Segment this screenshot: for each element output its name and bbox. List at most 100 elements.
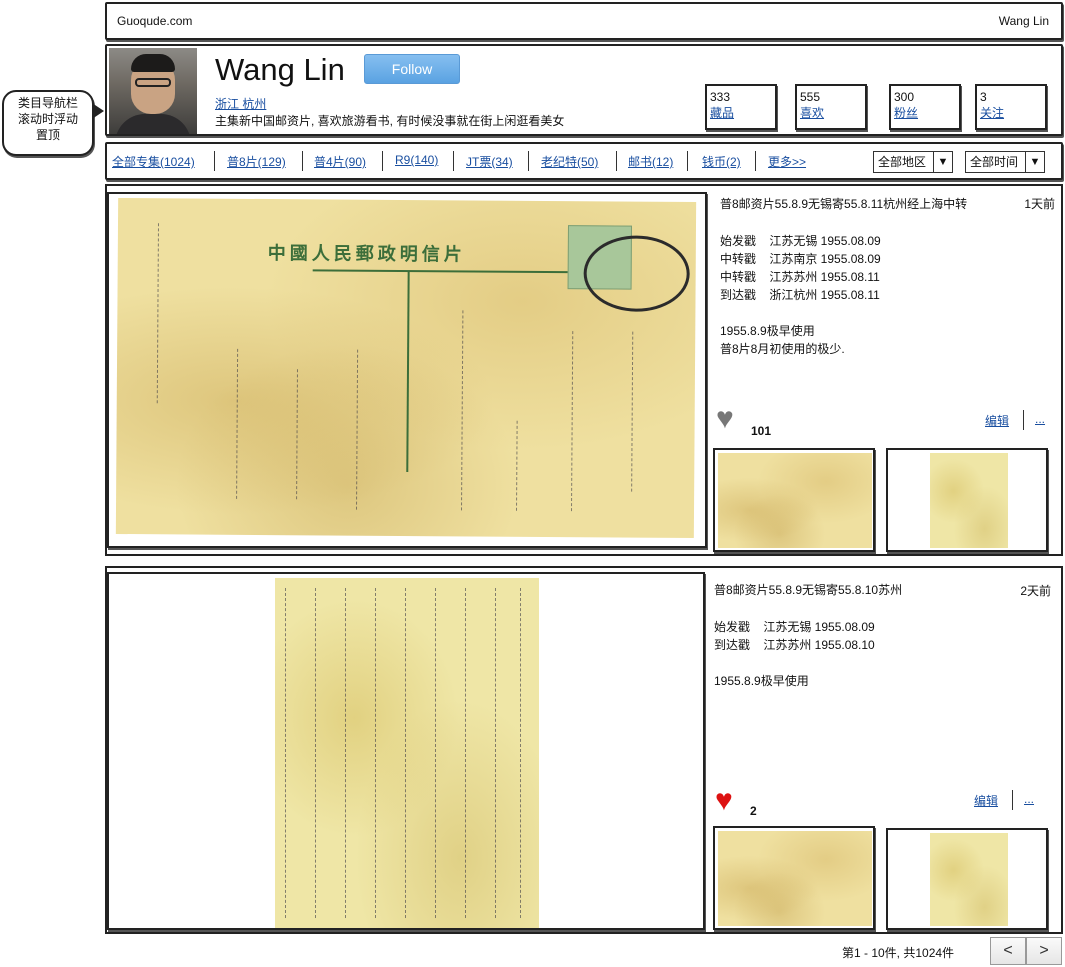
postcard-heading: 中國人民郵政明信片 [267, 243, 466, 266]
action-separator [1012, 790, 1013, 810]
handwriting-image [315, 588, 336, 918]
chevron-left-icon[interactable]: < [990, 937, 1026, 965]
nav-separator [214, 151, 215, 171]
stat-link-followers[interactable]: 粉丝 [894, 106, 918, 120]
chevron-down-icon: ▼ [933, 152, 952, 172]
postmark-detail: 到达戳 江苏苏州 1955.08.10 [714, 638, 875, 652]
category-nav: 全部专集(1024) 普8片(129) 普4片(90) R9(140) JT票(… [105, 142, 1063, 180]
post-card: 中國人民郵政明信片 普8邮资片55.8.9无锡寄55.8.11杭州经上海中转 1… [105, 184, 1063, 556]
postcard-back-image [275, 578, 539, 928]
more-link[interactable]: ... [1024, 792, 1034, 806]
heart-icon[interactable]: ♥ [715, 786, 733, 816]
handwriting-image [465, 588, 486, 918]
profile-header: Wang Lin Follow 浙江 杭州 主集新中国邮资片, 喜欢旅游看书, … [105, 44, 1063, 136]
nav-item-pu8[interactable]: 普8片(129) [227, 153, 286, 170]
handwriting-image [495, 588, 516, 918]
nav-separator [302, 151, 303, 171]
time-select-value: 全部时间 [970, 155, 1019, 169]
chevron-right-icon[interactable]: > [1026, 937, 1062, 965]
stat-value: 300 [894, 90, 915, 104]
callout-line: 置顶 [35, 128, 60, 142]
nav-separator [687, 151, 688, 171]
time-select[interactable]: 全部时间 ▼ [965, 151, 1045, 173]
handwriting-image [461, 310, 484, 511]
edit-link[interactable]: 编辑 [974, 792, 998, 809]
thumbnail-front[interactable] [713, 826, 875, 930]
nav-item-youshu[interactable]: 邮书(12) [628, 153, 673, 170]
handwriting-image [375, 588, 396, 918]
post-note: 1955.8.9极早使用 [714, 674, 809, 688]
pagination-summary: 第1 - 10件, 共1024件 [842, 946, 955, 960]
nav-item-coins[interactable]: 钱币(2) [702, 153, 741, 170]
thumbnail-back[interactable] [886, 828, 1048, 930]
site-name[interactable]: Guoqude.com [117, 14, 192, 28]
thumbnail-front[interactable] [713, 448, 875, 552]
postmark-detail: 到达戳 浙江杭州 1955.08.11 [720, 288, 880, 302]
post-card: 普8邮资片55.8.9无锡寄55.8.10苏州 2天前 始发戳 江苏无锡 195… [105, 566, 1063, 934]
post-age: 2天前 [1020, 584, 1051, 598]
nav-item-jt[interactable]: JT票(34) [466, 153, 513, 170]
post-main-image[interactable] [107, 572, 705, 930]
stat-followers: 300 粉丝 [889, 84, 961, 130]
nav-item-all[interactable]: 全部专集(1024) [112, 153, 195, 170]
handwriting-image [345, 588, 366, 918]
post-main-image[interactable]: 中國人民郵政明信片 [107, 192, 707, 548]
region-select[interactable]: 全部地区 ▼ [873, 151, 953, 173]
post-age: 1天前 [1024, 197, 1055, 211]
thumbnail-image [718, 831, 872, 926]
profile-location-link[interactable]: 浙江 杭州 [215, 95, 266, 112]
handwriting-image [435, 588, 456, 918]
follow-button[interactable]: Follow [364, 54, 460, 84]
post-title[interactable]: 普8邮资片55.8.9无锡寄55.8.10苏州 [714, 581, 902, 598]
thumbnail-image [930, 453, 1008, 548]
stat-link-following[interactable]: 关注 [980, 106, 1004, 120]
nav-item-pu4[interactable]: 普4片(90) [314, 153, 366, 170]
handwriting-image [516, 420, 538, 511]
stat-link-likes[interactable]: 喜欢 [800, 106, 824, 120]
postcard-front-image: 中國人民郵政明信片 [115, 197, 697, 539]
nav-separator [755, 151, 756, 171]
stat-following: 3 关注 [975, 84, 1047, 130]
avatar[interactable] [109, 48, 197, 134]
postmark-detail: 中转戳 江苏苏州 1955.08.11 [720, 270, 880, 284]
postcard-divider [406, 272, 410, 473]
annotation-callout: 类目导航栏 滚动时浮动 置顶 [2, 90, 94, 156]
thumbnail-image [718, 453, 872, 548]
nav-separator [528, 151, 529, 171]
stat-collection: 333 藏品 [705, 84, 777, 130]
postmark-detail: 始发戳 江苏无锡 1955.08.09 [714, 620, 875, 634]
nav-separator [453, 151, 454, 171]
heart-icon[interactable]: ♥ [716, 404, 734, 434]
like-count: 101 [751, 424, 772, 438]
top-user-name[interactable]: Wang Lin [999, 14, 1049, 28]
nav-separator [382, 151, 383, 171]
stat-link-collection[interactable]: 藏品 [710, 106, 734, 120]
postmark-image [583, 235, 690, 312]
edit-link[interactable]: 编辑 [985, 412, 1009, 429]
region-select-value: 全部地区 [878, 155, 927, 169]
handwriting-image [631, 331, 654, 492]
post-title[interactable]: 普8邮资片55.8.9无锡寄55.8.11杭州经上海中转 [720, 195, 967, 212]
callout-line: 滚动时浮动 [17, 112, 78, 126]
stat-value: 3 [980, 90, 987, 104]
post-note: 1955.8.9极早使用 [720, 324, 815, 338]
profile-name: Wang Lin [215, 52, 345, 87]
nav-item-more[interactable]: 更多>> [768, 153, 806, 170]
handwriting-image [285, 588, 306, 918]
top-bar: Guoqude.com Wang Lin [105, 2, 1063, 40]
handwriting-image [571, 331, 594, 512]
nav-item-r9[interactable]: R9(140) [395, 153, 438, 167]
thumbnail-image [930, 833, 1008, 926]
handwriting-image [236, 348, 259, 499]
profile-bio: 主集新中国邮资片, 喜欢旅游看书, 有时候没事就在街上闲逛看美女 [215, 114, 565, 128]
handwriting-image [296, 369, 318, 500]
handwriting-image [156, 223, 184, 404]
handwriting-image [405, 588, 426, 918]
nav-item-jite[interactable]: 老纪特(50) [541, 153, 598, 170]
action-separator [1023, 410, 1024, 430]
thumbnail-back[interactable] [886, 448, 1048, 552]
like-count: 2 [750, 804, 757, 818]
callout-line: 类目导航栏 [17, 96, 78, 110]
more-link[interactable]: ... [1035, 412, 1045, 426]
stat-value: 555 [800, 90, 821, 104]
